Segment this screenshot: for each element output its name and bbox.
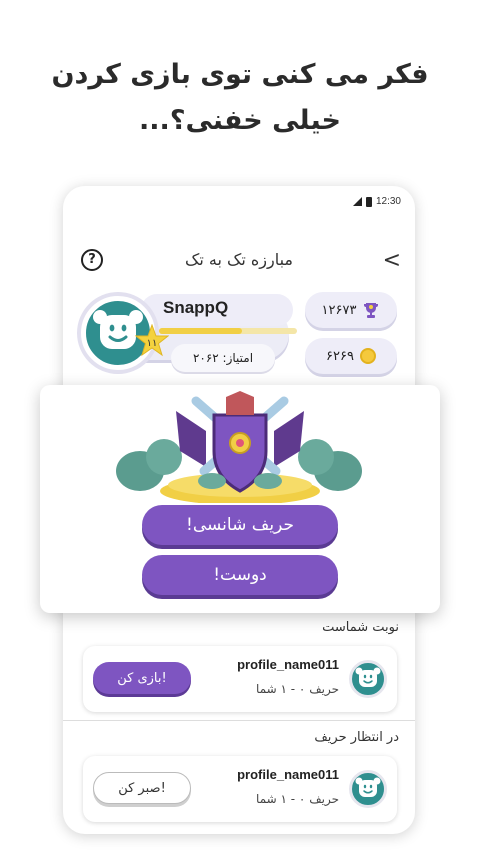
xp-progress-bar xyxy=(159,328,297,334)
coin-count: ۶۲۶۹ xyxy=(326,348,354,364)
avatar-face-icon xyxy=(355,777,381,797)
opponent-avatar xyxy=(349,660,387,698)
promo-headline: فکر می کنی توی بازی کردن خیلی خفنی؟... xyxy=(0,52,480,144)
game-mode-popup: حریف شانسی! دوست! xyxy=(40,385,440,613)
score-badge: امتیاز: ۲۰۶۲ xyxy=(171,344,275,372)
coin-icon xyxy=(359,348,376,364)
section-waiting: در انتظار حریف xyxy=(314,730,399,745)
match-score: حریف ۰ - ۱ شما xyxy=(256,792,339,806)
xp-progress-fill xyxy=(159,328,242,334)
opponent-name: profile_name011 xyxy=(237,657,339,672)
avatar-face-icon xyxy=(355,667,381,687)
back-arrow-icon[interactable]: < xyxy=(383,248,401,273)
battery-icon xyxy=(365,196,372,207)
level-star-badge: ۱۱ xyxy=(134,323,170,358)
random-opponent-button[interactable]: حریف شانسی! xyxy=(142,505,338,545)
page-title: مبارزه تک به تک xyxy=(185,250,293,269)
headline-line-1: فکر می کنی توی بازی کردن xyxy=(51,59,429,90)
trophy-icon xyxy=(364,303,379,318)
signal-icon xyxy=(352,197,362,206)
opponent-avatar xyxy=(349,770,387,808)
app-bar: ? مبارزه تک به تک < xyxy=(63,244,415,278)
wait-button[interactable]: صبر کن! xyxy=(93,772,191,804)
match-card-waiting[interactable]: profile_name011 حریف ۰ - ۱ شما صبر کن! xyxy=(83,756,397,822)
section-your-turn: نوبت شماست xyxy=(322,620,399,635)
match-card-your-turn[interactable]: profile_name011 حریف ۰ - ۱ شما بازی کن! xyxy=(83,646,397,712)
friend-button[interactable]: دوست! xyxy=(142,555,338,595)
opponent-name: profile_name011 xyxy=(237,767,339,782)
star-icon: ۱۱ xyxy=(134,323,170,357)
status-time: 12:30 xyxy=(375,196,401,207)
level-number: ۱۱ xyxy=(147,338,158,349)
section-divider xyxy=(63,720,415,721)
trophy-count: ۱۲۶۷۳ xyxy=(321,302,357,318)
profile-summary[interactable]: SnappQ امتیاز: ۲۰۶۲ ۱۱ xyxy=(81,290,297,374)
play-button[interactable]: بازی کن! xyxy=(93,662,191,694)
username: SnappQ xyxy=(141,294,293,326)
trophy-count-pill[interactable]: ۱۲۶۷۳ xyxy=(305,292,397,328)
coin-count-pill[interactable]: ۶۲۶۹ xyxy=(305,338,397,374)
match-score: حریف ۰ - ۱ شما xyxy=(256,682,339,696)
status-bar: 12:30 xyxy=(352,196,401,207)
headline-line-2: خیلی خفنی؟... xyxy=(139,105,341,136)
battle-shield-illustration xyxy=(116,391,362,503)
